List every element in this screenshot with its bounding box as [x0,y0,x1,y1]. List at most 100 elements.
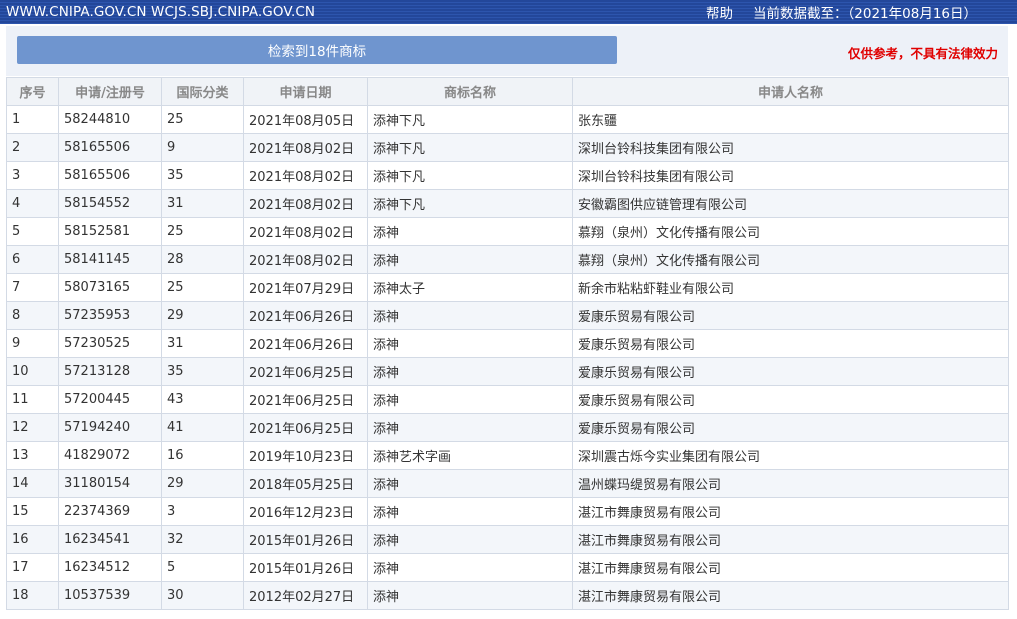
cell-apply-date: 2016年12月23日 [243,497,368,526]
cell-applicant: 爱康乐贸易有限公司 [572,413,1009,442]
cell-intl-class: 30 [161,581,244,610]
cell-intl-class: 25 [161,105,244,134]
help-link[interactable]: 帮助 [706,2,733,22]
cell-intl-class: 25 [161,273,244,302]
cell-applicant: 安徽霸图供应链管理有限公司 [572,189,1009,218]
cell-reg-number[interactable]: 58165506 [58,133,162,162]
cell-intl-class: 43 [161,385,244,414]
cell-reg-number[interactable]: 57194240 [58,413,162,442]
cell-applicant: 湛江市舞康贸易有限公司 [572,497,1009,526]
col-header-intl-class: 国际分类 [161,77,244,106]
cell-trademark-name[interactable]: 添神下凡 [367,189,573,218]
cell-reg-number[interactable]: 22374369 [58,497,162,526]
cell-applicant: 慕翔（泉州）文化传播有限公司 [572,217,1009,246]
cell-reg-number[interactable]: 57213128 [58,357,162,386]
cell-apply-date: 2021年08月02日 [243,245,368,274]
cell-apply-date: 2021年08月02日 [243,217,368,246]
cell-index: 5 [6,217,59,246]
cell-apply-date: 2021年08月02日 [243,133,368,162]
cell-trademark-name[interactable]: 添神 [367,217,573,246]
col-header-reg-number: 申请/注册号 [58,77,162,106]
table-row: 12 57194240 41 2021年06月25日 添神 爱康乐贸易有限公司 [6,413,1009,442]
table-row: 18 10537539 30 2012年02月27日 添神 湛江市舞康贸易有限公司 [6,581,1009,610]
cell-index: 18 [6,581,59,610]
cell-reg-number[interactable]: 58154552 [58,189,162,218]
cell-reg-number[interactable]: 41829072 [58,441,162,470]
table-row: 16 16234541 32 2015年01月26日 添神 湛江市舞康贸易有限公司 [6,525,1009,554]
cell-intl-class: 9 [161,133,244,162]
cell-index: 4 [6,189,59,218]
cell-apply-date: 2018年05月25日 [243,469,368,498]
cell-trademark-name[interactable]: 添神下凡 [367,161,573,190]
top-bar-right: 帮助 当前数据截至：（2021年08月16日） [706,2,1017,22]
cell-reg-number[interactable]: 58141145 [58,245,162,274]
cell-index: 15 [6,497,59,526]
cell-trademark-name[interactable]: 添神 [367,357,573,386]
cell-trademark-name[interactable]: 添神下凡 [367,133,573,162]
cell-reg-number[interactable]: 31180154 [58,469,162,498]
cell-trademark-name[interactable]: 添神 [367,553,573,582]
table-row: 7 58073165 25 2021年07月29日 添神太子 新余市粘粘虾鞋业有限公司 [6,273,1009,302]
cell-reg-number[interactable]: 16234541 [58,525,162,554]
cell-reg-number[interactable]: 57230525 [58,329,162,358]
table-row: 11 57200445 43 2021年06月25日 添神 爱康乐贸易有限公司 [6,385,1009,414]
cell-reg-number[interactable]: 57235953 [58,301,162,330]
cell-trademark-name[interactable]: 添神 [367,497,573,526]
cell-reg-number[interactable]: 58152581 [58,217,162,246]
cell-index: 3 [6,161,59,190]
table-row: 5 58152581 25 2021年08月02日 添神 慕翔（泉州）文化传播有限公司 [6,217,1009,246]
cell-applicant: 张东疆 [572,105,1009,134]
cell-index: 6 [6,245,59,274]
cell-applicant: 湛江市舞康贸易有限公司 [572,553,1009,582]
table-row: 10 57213128 35 2021年06月25日 添神 爱康乐贸易有限公司 [6,357,1009,386]
cell-applicant: 深圳台铃科技集团有限公司 [572,133,1009,162]
cell-reg-number[interactable]: 10537539 [58,581,162,610]
cell-applicant: 爱康乐贸易有限公司 [572,329,1009,358]
cell-intl-class: 31 [161,189,244,218]
table-row: 14 31180154 29 2018年05月25日 添神 温州蝶玛缇贸易有限公司 [6,469,1009,498]
cell-trademark-name[interactable]: 添神 [367,525,573,554]
cell-applicant: 爱康乐贸易有限公司 [572,301,1009,330]
cell-trademark-name[interactable]: 添神 [367,245,573,274]
search-result-button[interactable]: 检索到18件商标 [17,36,617,64]
table-row: 8 57235953 29 2021年06月26日 添神 爱康乐贸易有限公司 [6,301,1009,330]
cell-intl-class: 31 [161,329,244,358]
cell-reg-number[interactable]: 58244810 [58,105,162,134]
cell-reg-number[interactable]: 58073165 [58,273,162,302]
cell-intl-class: 16 [161,441,244,470]
cell-applicant: 深圳台铃科技集团有限公司 [572,161,1009,190]
result-panel: 检索到18件商标 仅供参考，不具有法律效力 [6,26,1008,76]
cell-intl-class: 29 [161,469,244,498]
col-header-applicant: 申请人名称 [572,77,1009,106]
cell-intl-class: 5 [161,553,244,582]
cell-applicant: 湛江市舞康贸易有限公司 [572,581,1009,610]
cell-reg-number[interactable]: 58165506 [58,161,162,190]
cell-index: 2 [6,133,59,162]
table-row: 15 22374369 3 2016年12月23日 添神 湛江市舞康贸易有限公司 [6,497,1009,526]
cell-apply-date: 2021年06月26日 [243,301,368,330]
cell-index: 14 [6,469,59,498]
cell-reg-number[interactable]: 57200445 [58,385,162,414]
cell-trademark-name[interactable]: 添神 [367,581,573,610]
cell-trademark-name[interactable]: 添神 [367,413,573,442]
cell-index: 16 [6,525,59,554]
table-row: 17 16234512 5 2015年01月26日 添神 湛江市舞康贸易有限公司 [6,553,1009,582]
cell-trademark-name[interactable]: 添神 [367,385,573,414]
cell-intl-class: 32 [161,525,244,554]
cell-trademark-name[interactable]: 添神下凡 [367,105,573,134]
site-urls: WWW.CNIPA.GOV.CN WCJS.SBJ.CNIPA.GOV.CN [6,4,316,20]
cell-applicant: 深圳震古烁今实业集团有限公司 [572,441,1009,470]
table-row: 9 57230525 31 2021年06月26日 添神 爱康乐贸易有限公司 [6,329,1009,358]
col-header-index: 序号 [6,77,59,106]
cell-trademark-name[interactable]: 添神 [367,329,573,358]
cell-apply-date: 2021年06月25日 [243,413,368,442]
top-bar: WWW.CNIPA.GOV.CN WCJS.SBJ.CNIPA.GOV.CN 帮… [0,0,1017,24]
col-header-apply-date: 申请日期 [243,77,368,106]
cell-trademark-name[interactable]: 添神 [367,301,573,330]
cell-trademark-name[interactable]: 添神艺术字画 [367,441,573,470]
cell-reg-number[interactable]: 16234512 [58,553,162,582]
cell-trademark-name[interactable]: 添神 [367,469,573,498]
cell-trademark-name[interactable]: 添神太子 [367,273,573,302]
data-date-label: 当前数据截至：（2021年08月16日） [753,6,977,22]
cell-apply-date: 2021年08月02日 [243,161,368,190]
